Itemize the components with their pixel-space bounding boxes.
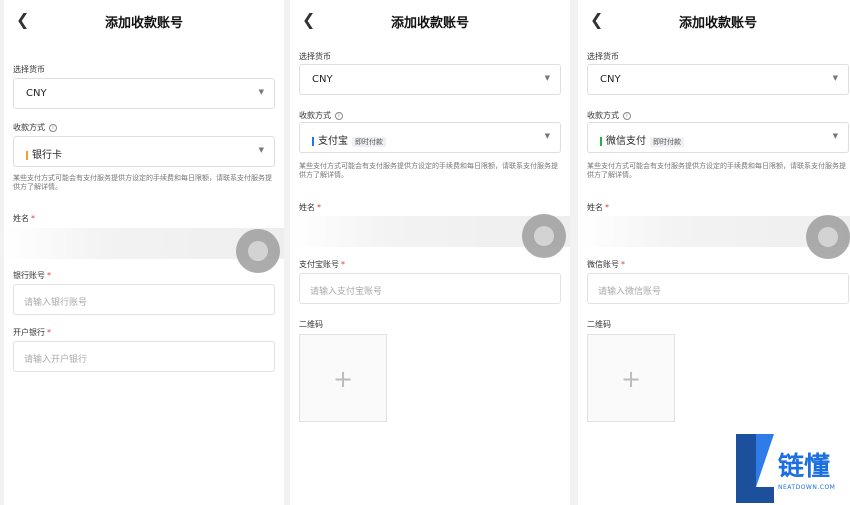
name-label: 姓名 * xyxy=(587,203,609,212)
required-mark: * xyxy=(47,271,51,280)
header: ❮ 添加收款账号 xyxy=(290,0,570,40)
currency-label: 选择货币 xyxy=(299,52,331,61)
header: ❮ 添加收款账号 xyxy=(4,0,284,40)
brand-site: NEATDOWN.COM xyxy=(778,484,836,491)
instant-pay-tag: 即时付款 xyxy=(650,137,684,147)
method-color-bar xyxy=(26,150,28,160)
required-mark: * xyxy=(47,328,51,337)
touch-indicator xyxy=(522,214,566,258)
field2-label: 开户银行 * xyxy=(13,328,51,337)
placeholder: 请输入支付宝账号 xyxy=(310,287,383,297)
fee-notice: 某些支付方式可能会有支付服务提供方设定的手续费和每日限额，请联系支付服务提供方了… xyxy=(587,162,846,179)
method-select[interactable]: 微信支付 即时付款 ▼ xyxy=(587,122,849,153)
method-label: 收款方式 i xyxy=(299,110,343,121)
method-value: 银行卡 xyxy=(26,146,62,161)
qr-label: 二维码 xyxy=(587,320,611,329)
method-label: 收款方式 i xyxy=(13,122,57,133)
form-panel-bank: ❮ 添加收款账号 选择货币 CNY ▼ 收款方式 i 银行卡 ▼ 某些支付方式可能… xyxy=(4,0,284,505)
method-label: 收款方式 i xyxy=(587,110,631,121)
chevron-down-icon: ▼ xyxy=(258,146,264,154)
chevron-down-icon: ▼ xyxy=(544,74,550,82)
currency-select[interactable]: CNY ▼ xyxy=(299,64,561,95)
field1-label: 银行账号 * xyxy=(13,271,51,280)
currency-select[interactable]: CNY ▼ xyxy=(13,78,275,109)
brand-logo-icon xyxy=(736,434,774,503)
qr-upload[interactable]: + xyxy=(299,334,387,422)
bank-account-input[interactable]: 请输入银行账号 xyxy=(13,284,275,315)
bank-branch-input[interactable]: 请输入开户银行 xyxy=(13,341,275,372)
field1-label: 支付宝账号 * xyxy=(299,260,345,269)
name-label: 姓名 * xyxy=(13,214,35,223)
chevron-down-icon: ▼ xyxy=(832,132,838,140)
page-title: 添加收款账号 xyxy=(678,16,757,31)
form-panel-wechat: ❮ 添加收款账号 选择货币 CNY ▼ 收款方式 i 微信支付 即时付款 ▼ 某些支… xyxy=(578,0,850,505)
currency-value: CNY xyxy=(26,88,47,99)
page-title: 添加收款账号 xyxy=(104,16,183,31)
chevron-down-icon: ▼ xyxy=(544,132,550,140)
name-label: 姓名 * xyxy=(299,203,321,212)
placeholder: 请输入微信账号 xyxy=(598,287,662,297)
fee-notice: 某些支付方式可能会有支付服务提供方设定的手续费和每日限额，请联系支付服务提供方了… xyxy=(13,174,272,191)
currency-label: 选择货币 xyxy=(13,65,45,74)
required-mark: * xyxy=(621,260,625,269)
method-value: 支付宝 即时付款 xyxy=(312,132,386,147)
plus-icon: + xyxy=(620,365,642,393)
chevron-down-icon: ▼ xyxy=(258,88,264,96)
currency-value: CNY xyxy=(600,74,621,85)
info-icon[interactable]: i xyxy=(49,123,57,132)
currency-value: CNY xyxy=(312,74,333,85)
fee-notice: 某些支付方式可能会有支付服务提供方设定的手续费和每日限额，请联系支付服务提供方了… xyxy=(299,162,558,179)
touch-indicator xyxy=(236,229,280,273)
currency-label: 选择货币 xyxy=(587,52,619,61)
wechat-account-input[interactable]: 请输入微信账号 xyxy=(587,273,849,304)
info-icon[interactable]: i xyxy=(335,111,343,120)
required-mark: * xyxy=(341,260,345,269)
qr-label: 二维码 xyxy=(299,320,323,329)
page-title: 添加收款账号 xyxy=(390,16,469,31)
method-color-bar xyxy=(312,136,314,146)
header: ❮ 添加收款账号 xyxy=(578,0,850,40)
plus-icon: + xyxy=(332,365,354,393)
required-mark: * xyxy=(605,203,609,212)
required-mark: * xyxy=(31,214,35,223)
chevron-down-icon: ▼ xyxy=(832,74,838,82)
alipay-account-input[interactable]: 请输入支付宝账号 xyxy=(299,273,561,304)
required-mark: * xyxy=(317,203,321,212)
form-panel-alipay: ❮ 添加收款账号 选择货币 CNY ▼ 收款方式 i 支付宝 即时付款 ▼ 某些支付… xyxy=(290,0,570,505)
currency-select[interactable]: CNY ▼ xyxy=(587,64,849,95)
method-select[interactable]: 支付宝 即时付款 ▼ xyxy=(299,122,561,153)
instant-pay-tag: 即时付款 xyxy=(352,137,386,147)
brand-name: 链懂 xyxy=(778,452,831,482)
touch-indicator xyxy=(806,215,850,259)
placeholder: 请输入开户银行 xyxy=(24,355,88,365)
placeholder: 请输入银行账号 xyxy=(24,298,88,308)
method-value: 微信支付 即时付款 xyxy=(600,132,684,147)
info-icon[interactable]: i xyxy=(623,111,631,120)
method-select[interactable]: 银行卡 ▼ xyxy=(13,136,275,167)
method-color-bar xyxy=(600,136,602,146)
field1-label: 微信账号 * xyxy=(587,260,625,269)
brand-watermark: 链懂 NEATDOWN.COM xyxy=(734,432,850,505)
qr-upload[interactable]: + xyxy=(587,334,675,422)
